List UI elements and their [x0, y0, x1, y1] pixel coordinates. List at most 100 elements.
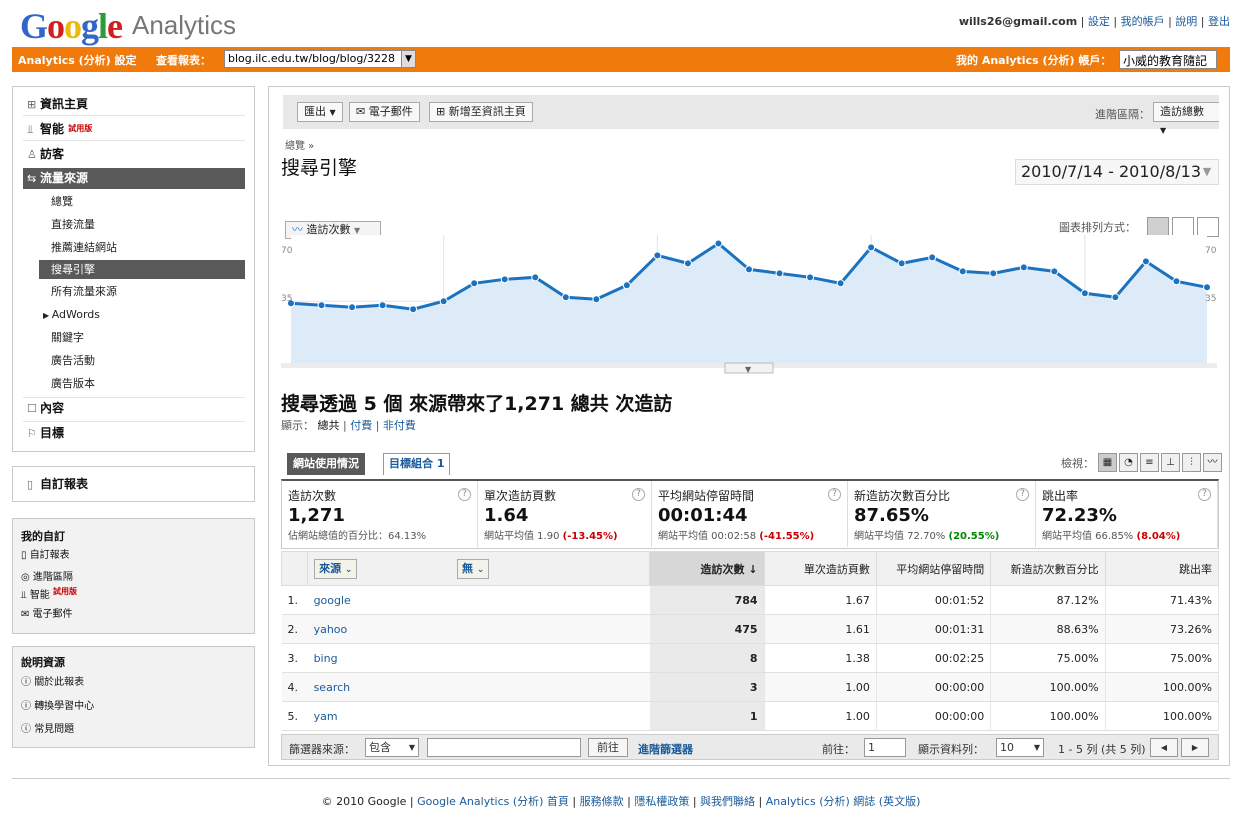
chart-point[interactable] [470, 279, 479, 288]
footer-link-privacy[interactable]: 隱私權政策 [634, 795, 689, 808]
chart-point[interactable] [683, 259, 692, 268]
chart-point[interactable] [1111, 293, 1120, 302]
chart-point[interactable] [806, 273, 815, 282]
compare-view-icon[interactable]: ⊥ [1161, 453, 1180, 472]
chart-point[interactable] [1019, 263, 1028, 272]
tab-goal-set-1[interactable]: 目標組合 1 [383, 453, 451, 475]
sidebar-item-dashboard[interactable]: ⊞ 資訊主頁 [27, 95, 88, 113]
sidebar-sub-ad-versions[interactable]: 廣告版本 [51, 375, 95, 392]
help-faq[interactable]: ⓘ 常見問題 [21, 720, 74, 735]
chart-point[interactable] [1172, 277, 1181, 286]
column-pages-per-visit[interactable]: 單次造訪頁數 [763, 551, 877, 586]
my-custom-email[interactable]: ✉ 電子郵件 [21, 605, 73, 620]
chart-point[interactable] [622, 281, 631, 290]
secondary-dimension-select[interactable]: 無 ⌄ [456, 558, 490, 579]
filter-input[interactable] [427, 738, 581, 757]
column-visits[interactable]: 造訪次數 ↓ [649, 551, 765, 586]
chart-point[interactable] [989, 269, 998, 278]
chart-point[interactable] [439, 297, 448, 306]
sidebar-sub-search-engines[interactable]: 搜尋引擎 [39, 260, 245, 279]
rows-per-page-select[interactable]: 10 ▼ [996, 738, 1044, 757]
column-avg-time[interactable]: 平均網站停留時間 [875, 551, 992, 586]
help-icon[interactable]: ? [1198, 488, 1211, 501]
help-icon[interactable]: ? [632, 488, 645, 501]
account-select[interactable]: 小威的教育隨記 [1119, 50, 1217, 69]
row-source[interactable]: google [307, 585, 650, 615]
filter-operator-select[interactable]: 包含 ▼ [365, 738, 419, 757]
chart-point[interactable] [592, 295, 601, 304]
chart-point[interactable] [1141, 257, 1150, 266]
show-paid-link[interactable]: 付費 [350, 419, 372, 432]
my-custom-reports[interactable]: ▯ 自訂報表 [21, 546, 70, 561]
chart-point[interactable] [1050, 267, 1059, 276]
sidebar-item-traffic-sources[interactable]: ⇆ 流量來源 [23, 168, 245, 189]
footer-link-home[interactable]: Google Analytics (分析) 首頁 [417, 795, 569, 808]
chart-point[interactable] [561, 293, 570, 302]
footer-link-blog[interactable]: Analytics (分析) 網誌 (英文版) [766, 795, 921, 808]
next-page-button[interactable]: ▶ [1181, 738, 1209, 757]
column-new-visits[interactable]: 新造訪次數百分比 [990, 551, 1106, 586]
link-help[interactable]: 說明 [1175, 15, 1197, 28]
row-source[interactable]: yahoo [307, 614, 650, 644]
chart-point[interactable] [348, 303, 357, 312]
prev-page-button[interactable]: ◀ [1150, 738, 1178, 757]
sidebar-item-visitors[interactable]: ♙ 訪客 [27, 145, 64, 163]
chart-point[interactable] [409, 305, 418, 314]
column-bounce-rate[interactable]: 跳出率 [1104, 551, 1220, 586]
chart-point[interactable] [531, 273, 540, 282]
chart-point[interactable] [500, 275, 509, 284]
help-icon[interactable]: ? [828, 488, 841, 501]
footer-link-terms[interactable]: 服務條款 [580, 795, 624, 808]
my-custom-intelligence[interactable]: ⫫ 智能 試用版 [21, 586, 77, 601]
link-logout[interactable]: 登出 [1208, 15, 1230, 28]
sidebar-sub-campaigns[interactable]: 廣告活動 [51, 352, 95, 369]
analytics-settings-link[interactable]: Analytics (分析) 設定 [18, 52, 137, 68]
my-custom-segments[interactable]: ◎ 進階區隔 [21, 568, 73, 583]
tab-site-usage[interactable]: 網站使用情況 [287, 453, 365, 475]
dimension-select[interactable]: 來源 ⌄ [314, 558, 358, 579]
bar-view-icon[interactable]: ≡ [1140, 453, 1159, 472]
chart-point[interactable] [653, 251, 662, 260]
sidebar-sub-referring[interactable]: 推薦連結網站 [51, 239, 117, 256]
link-settings[interactable]: 設定 [1088, 15, 1110, 28]
chart-point[interactable] [775, 269, 784, 278]
help-icon[interactable]: ? [1016, 488, 1029, 501]
sidebar-sub-direct[interactable]: 直接流量 [51, 216, 95, 233]
row-source[interactable]: yam [307, 701, 650, 731]
advanced-filter-link[interactable]: 進階篩選器 [638, 741, 693, 757]
chart-point[interactable] [928, 253, 937, 262]
chart-point[interactable] [745, 265, 753, 274]
sidebar-sub-adwords[interactable]: ▶ AdWords [43, 306, 100, 323]
chart-point[interactable] [958, 267, 967, 276]
site-select[interactable]: blog.ilc.edu.tw/blog/blog/3228 ▼ [224, 50, 416, 68]
chart-point[interactable] [836, 279, 845, 288]
link-my-account[interactable]: 我的帳戶 [1121, 15, 1165, 28]
pivot-view-icon[interactable]: ⫶ [1182, 453, 1201, 472]
show-nonpaid-link[interactable]: 非付費 [383, 419, 416, 432]
chart-point[interactable] [378, 301, 387, 310]
goto-page-input[interactable]: 1 [864, 738, 906, 757]
sidebar-item-goals[interactable]: ⚐ 目標 [27, 424, 64, 442]
sparkline-view-icon[interactable]: 〰 [1203, 453, 1222, 472]
help-about-report[interactable]: ⓘ 關於此報表 [21, 673, 84, 688]
sidebar-sub-overview[interactable]: 總覽 [51, 193, 73, 210]
chart-point[interactable] [867, 243, 876, 252]
chart-point[interactable] [1080, 289, 1089, 298]
row-source[interactable]: search [307, 672, 650, 702]
google-logo[interactable]: Google [20, 5, 123, 47]
chart-point[interactable] [317, 301, 326, 310]
table-view-icon[interactable]: ▦ [1098, 453, 1117, 472]
chart-point[interactable] [1203, 283, 1211, 292]
row-source[interactable]: bing [307, 643, 650, 673]
custom-reports-link[interactable]: ▯ 自訂報表 [27, 475, 88, 493]
chart-point[interactable] [897, 259, 906, 268]
footer-link-contact[interactable]: 與我們聯絡 [700, 795, 755, 808]
show-all-link[interactable]: 總共 [318, 419, 340, 432]
help-conversion-university[interactable]: ⓘ 轉換學習中心 [21, 697, 94, 712]
sidebar-item-intelligence[interactable]: ⫫ 智能 試用版 [27, 120, 92, 138]
sidebar-sub-keywords[interactable]: 關鍵字 [51, 329, 84, 346]
help-icon[interactable]: ? [458, 488, 471, 501]
sidebar-sub-all-sources[interactable]: 所有流量來源 [51, 283, 117, 300]
sidebar-item-content[interactable]: ☐ 內容 [27, 399, 64, 417]
chart-point[interactable] [714, 239, 723, 248]
